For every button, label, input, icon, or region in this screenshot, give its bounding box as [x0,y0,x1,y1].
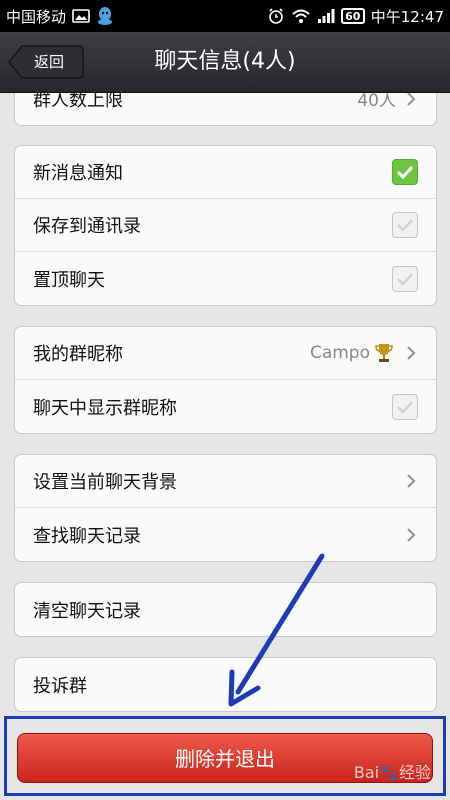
show-nickname-checkbox[interactable] [392,393,418,420]
chat-background-row[interactable]: 设置当前聊天背景 [15,455,436,508]
report-section: 投诉群 [14,657,437,712]
save-to-contacts-row[interactable]: 保存到通讯录 [15,199,436,252]
chat-info-content[interactable]: 群人数上限 40人 新消息通知 保存到通讯录 置顶聊天 我的群昵称 Campo … [0,93,450,800]
nickname-section: 我的群昵称 Campo 聊天中显示群昵称 [14,326,437,434]
chevron-right-icon [404,343,418,363]
clear-history-row[interactable]: 清空聊天记录 [15,583,436,636]
qq-icon [96,6,114,26]
save-to-contacts-checkbox[interactable] [392,212,418,238]
new-message-notify-row[interactable]: 新消息通知 [15,146,436,199]
battery-icon: 60 [340,8,365,24]
my-nickname-value: Campo [309,343,370,363]
pin-chat-checkbox[interactable] [392,265,418,292]
annotation-highlight-box: 删除并退出 Bai🐾经验 [4,716,446,796]
new-message-notify-label: 新消息通知 [33,163,123,184]
image-icon [72,8,90,24]
pin-chat-label: 置顶聊天 [33,269,105,291]
group-limit-value: 40人 [357,93,396,111]
show-nickname-label: 聊天中显示群昵称 [33,397,177,419]
clear-history-label: 清空聊天记录 [33,600,141,622]
title-bar: 聊天信息(4人) 返回 [0,32,450,93]
back-button[interactable]: 返回 [8,45,84,79]
chevron-right-icon [404,525,418,545]
chevron-right-icon [404,471,418,491]
notification-settings-section: 新消息通知 保存到通讯录 置顶聊天 [14,145,437,306]
back-button-label: 返回 [34,53,65,71]
chat-options-section: 设置当前聊天背景 查找聊天记录 [14,454,437,562]
search-history-row[interactable]: 查找聊天记录 [15,508,436,561]
group-limit-label: 群人数上限 [33,93,123,111]
clear-history-section: 清空聊天记录 [14,582,437,637]
show-nickname-row[interactable]: 聊天中显示群昵称 [15,380,436,433]
my-nickname-row[interactable]: 我的群昵称 Campo [15,327,436,380]
trophy-icon [374,342,394,364]
carrier-label: 中国移动 [6,7,67,26]
alarm-icon [267,7,285,25]
watermark: Bai🐾经验 [353,763,431,782]
report-group-row[interactable]: 投诉群 [15,658,436,711]
group-limit-section: 群人数上限 40人 [14,93,437,126]
clock: 中午12:47 [370,7,444,26]
pin-chat-row[interactable]: 置顶聊天 [15,252,436,305]
save-to-contacts-label: 保存到通讯录 [33,216,141,237]
wifi-icon [291,8,311,24]
report-group-label: 投诉群 [33,675,87,697]
my-nickname-label: 我的群昵称 [33,344,123,365]
chevron-right-icon [404,93,418,109]
status-bar: 中国移动 60 中午12:47 [0,0,450,32]
new-message-notify-checkbox[interactable] [392,159,418,185]
group-limit-row[interactable]: 群人数上限 40人 [15,93,436,125]
chat-background-label: 设置当前聊天背景 [33,472,177,493]
search-history-label: 查找聊天记录 [33,525,141,547]
signal-icon [317,8,335,24]
